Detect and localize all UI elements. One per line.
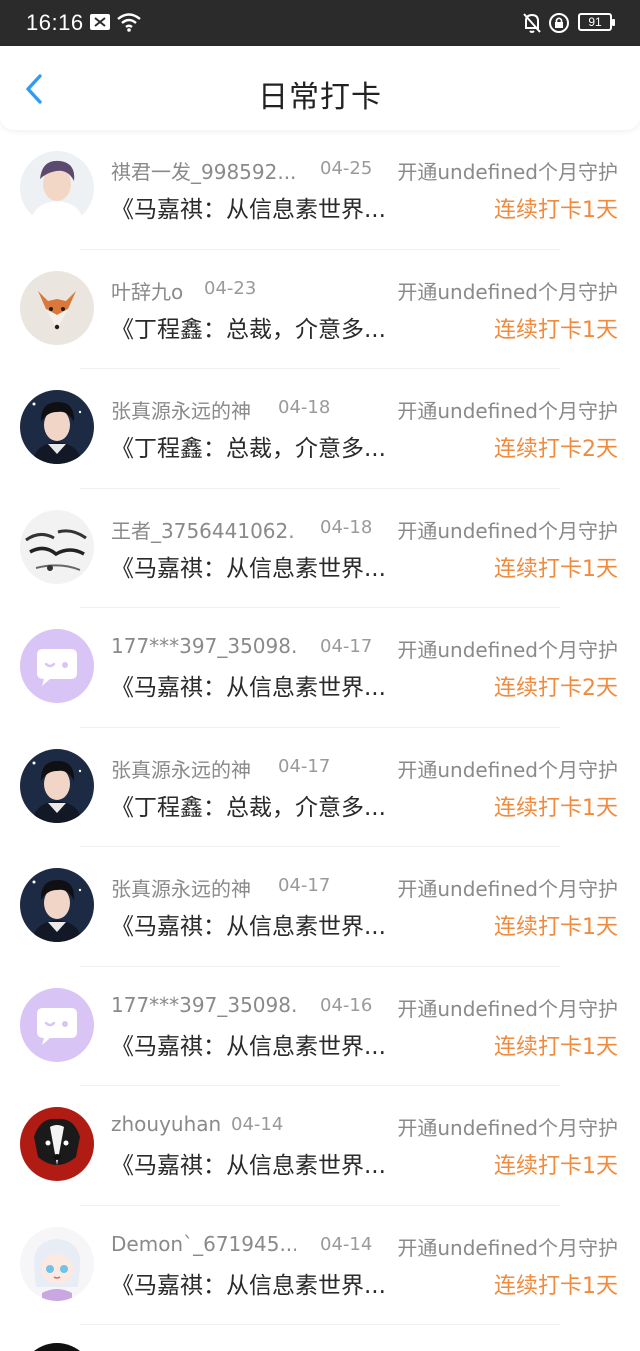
message-icon — [90, 14, 110, 34]
guard-label: 开通undefined个月守护 — [397, 160, 618, 184]
guard-label: 开通undefined个月守护 — [397, 1235, 618, 1260]
screen: 16:16 91 日常打卡 祺君一发_998592... 04-25 开通und… — [0, 0, 640, 1351]
checkin-date: 04-17 — [320, 636, 373, 657]
streak-label: 连续打卡1天 — [494, 795, 618, 821]
wifi-icon — [116, 12, 142, 36]
user-name: Demon`_671945... — [111, 1231, 296, 1256]
guard-label: 开通undefined个月守护 — [397, 518, 618, 543]
streak-label: 连续打卡1天 — [494, 1273, 618, 1299]
avatar[interactable] — [20, 390, 94, 464]
avatar[interactable] — [20, 987, 94, 1062]
checkin-date: 04-14 — [320, 1233, 373, 1255]
post-title[interactable]: 《马嘉祺：从信息素世界... — [111, 1266, 396, 1300]
checkin-date: 04-17 — [278, 755, 331, 777]
post-title[interactable]: 《马嘉祺：从信息素世界... — [111, 907, 396, 941]
header-bar: 日常打卡 — [0, 46, 640, 130]
guard-label: 开通undefined个月守护 — [397, 638, 618, 662]
battery-icon: 91 — [578, 13, 615, 31]
status-bar: 16:16 91 — [0, 0, 640, 46]
list-item[interactable]: 张真源永远的神 04-17 开通undefined个月守护 《马嘉祺：从信息素世… — [0, 847, 640, 967]
checkin-list: 祺君一发_998592... 04-25 开通undefined个月守护 《马嘉… — [0, 130, 640, 1351]
streak-label: 连续打卡2天 — [494, 437, 618, 462]
guard-label: 开通undefined个月守护 — [397, 279, 618, 304]
avatar[interactable] — [20, 1226, 94, 1301]
avatar[interactable] — [20, 629, 94, 703]
post-title[interactable]: 《丁程鑫：总裁，介意多... — [111, 788, 396, 822]
avatar[interactable] — [20, 1107, 94, 1181]
streak-label: 连续打卡1天 — [494, 1154, 618, 1179]
list-item[interactable]: 叶辞九o 04-23 开通undefined个月守护 《丁程鑫：总裁，介意多..… — [0, 250, 640, 370]
guard-label: 开通undefined个月守护 — [397, 877, 618, 901]
page-title: 日常打卡 — [258, 80, 382, 115]
checkin-date: 04-23 — [204, 277, 257, 299]
list-item[interactable]: 177***397_35098... 04-17 开通undefined个月守护… — [0, 608, 640, 728]
user-name: 祺君一发_998592... — [111, 160, 296, 184]
streak-label: 连续打卡1天 — [494, 198, 618, 223]
list-item[interactable]: Demon`_671945... 04-14 开通undefined个月守护 《… — [0, 1206, 640, 1326]
avatar[interactable] — [20, 509, 94, 584]
post-title[interactable]: 《马嘉祺：从信息素世界... — [111, 1027, 396, 1061]
user-name: 张真源永远的神 — [111, 757, 251, 782]
post-title[interactable]: 《丁程鑫：总裁，介意多... — [111, 310, 396, 344]
list-item[interactable]: zhouyuhan 04-14 开通undefined个月守护 《马嘉祺：从信息… — [0, 1086, 640, 1206]
avatar[interactable] — [20, 748, 94, 823]
guard-label: 开通undefined个月守护 — [397, 1116, 618, 1140]
list-item[interactable]: 张真源永远的神 04-18 开通undefined个月守护 《丁程鑫：总裁，介意… — [0, 369, 640, 489]
streak-label: 连续打卡1天 — [494, 1034, 618, 1060]
checkin-date: 04-18 — [320, 516, 373, 538]
user-name: 177***397_35098... — [111, 634, 296, 658]
guard-label: 开通undefined个月守护 — [397, 757, 618, 782]
checkin-date: 04-25 — [320, 158, 373, 179]
user-name: 张真源永远的神 — [111, 877, 251, 901]
avatar[interactable] — [20, 151, 94, 225]
list-item[interactable]: 张真源永远的神 04-17 开通undefined个月守护 《丁程鑫：总裁，介意… — [0, 728, 640, 848]
avatar[interactable] — [20, 270, 94, 345]
lock-icon — [548, 12, 570, 38]
user-name: 王者_3756441062... — [111, 518, 296, 543]
checkin-date: 04-17 — [278, 875, 331, 896]
post-title[interactable]: 《马嘉祺：从信息素世界... — [111, 1146, 396, 1180]
status-time: 16:16 — [26, 10, 84, 35]
guard-label: 开通undefined个月守护 — [397, 996, 618, 1021]
post-title[interactable]: 《马嘉祺：从信息素世界... — [111, 668, 396, 702]
list-item[interactable] — [0, 1325, 640, 1351]
post-title[interactable]: 《丁程鑫：总裁，介意多... — [111, 429, 396, 463]
streak-label: 连续打卡1天 — [494, 915, 618, 940]
user-name: 张真源永远的神 — [111, 399, 251, 423]
list-item[interactable]: 祺君一发_998592... 04-25 开通undefined个月守护 《马嘉… — [0, 130, 640, 250]
streak-label: 连续打卡2天 — [494, 676, 618, 701]
guard-label: 开通undefined个月守护 — [397, 399, 618, 423]
checkin-date: 04-16 — [320, 994, 373, 1016]
avatar[interactable] — [20, 868, 94, 942]
list-item[interactable]: 177***397_35098... 04-16 开通undefined个月守护… — [0, 967, 640, 1087]
post-title[interactable]: 《马嘉祺：从信息素世界... — [111, 549, 396, 583]
post-title[interactable]: 《马嘉祺：从信息素世界... — [111, 190, 396, 224]
avatar[interactable] — [20, 1343, 94, 1351]
checkin-date: 04-14 — [231, 1114, 284, 1135]
list-item[interactable]: 王者_3756441062... 04-18 开通undefined个月守护 《… — [0, 489, 640, 609]
checkin-date: 04-18 — [278, 397, 331, 418]
user-name: 177***397_35098... — [111, 992, 296, 1017]
streak-label: 连续打卡1天 — [494, 556, 618, 582]
bell-off-icon — [522, 12, 542, 38]
streak-label: 连续打卡1天 — [494, 317, 618, 343]
